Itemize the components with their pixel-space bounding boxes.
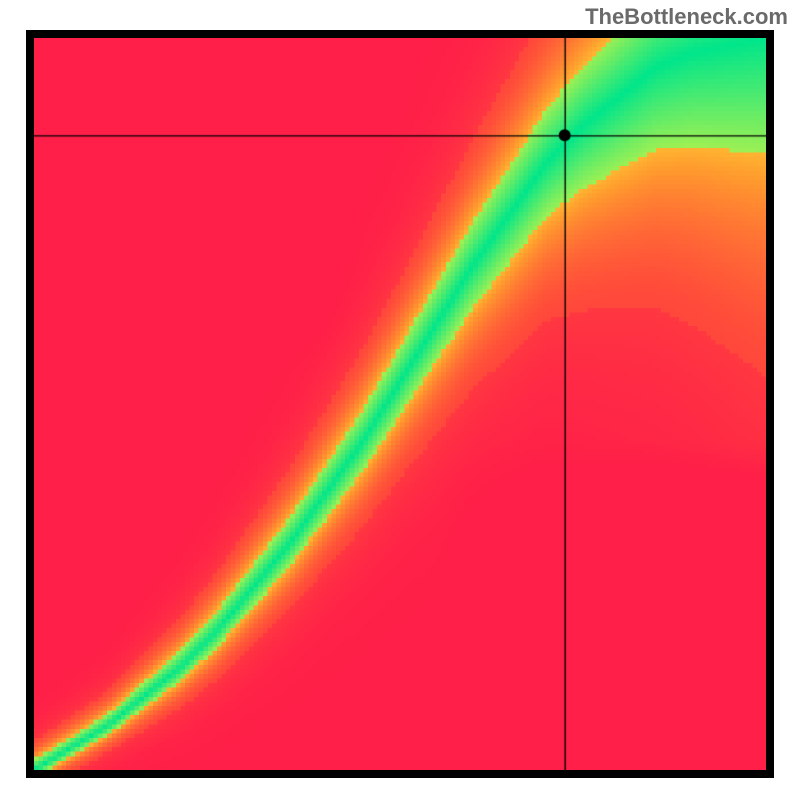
plot-frame [26, 30, 774, 778]
crosshair-overlay [34, 38, 766, 770]
watermark-text: TheBottleneck.com [585, 4, 788, 30]
